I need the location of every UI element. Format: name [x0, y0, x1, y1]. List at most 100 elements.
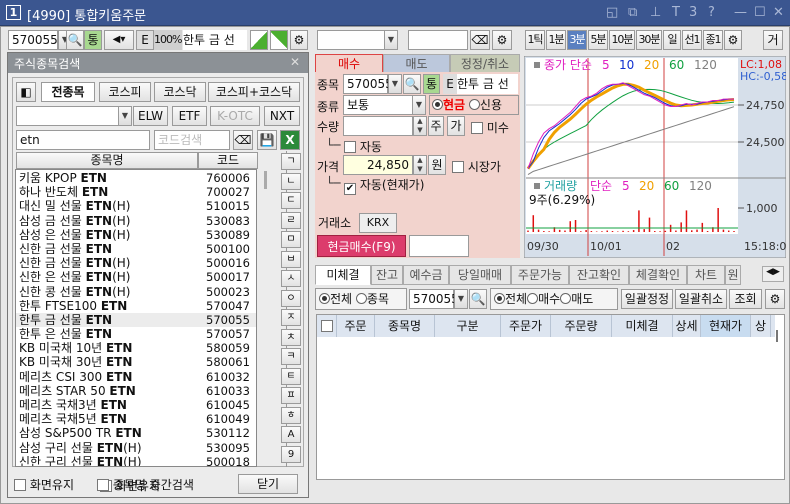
auto-qty-option[interactable]: 자동	[344, 138, 382, 155]
keep-screen-option-row[interactable]: 화면유지	[14, 476, 74, 493]
list-item[interactable]: 메리츠 CSI 300 ETN 610032	[16, 370, 256, 384]
price-stepper[interactable]: ▲ ▼	[413, 155, 427, 175]
list-item[interactable]: 메리츠 국채3년 ETN 610045	[16, 398, 256, 412]
tab-0[interactable]: 미체결	[315, 265, 371, 285]
order-tong-button[interactable]: 통	[423, 74, 440, 94]
cash-buy-submit-button[interactable]: 현금매수(F9)	[317, 235, 406, 257]
maximize-icon[interactable]: ☐	[754, 5, 766, 20]
credit-radio[interactable]	[468, 99, 480, 110]
list-item[interactable]: 삼성 S&P500 TR ETN 530112	[16, 426, 256, 440]
tab-scroll-arrows[interactable]: ◀▶	[762, 266, 784, 282]
code-search-input[interactable]: 코드검색	[154, 130, 230, 150]
panel-toggle-icon[interactable]: ◧	[16, 82, 36, 102]
tab-6[interactable]: 체결확인	[629, 265, 687, 285]
list-item[interactable]: 신한 금 선물 ETN(H) 500016	[16, 256, 256, 270]
list-item[interactable]: 신한 콩 선물 ETN(H) 500023	[16, 285, 256, 299]
bulk-cancel-button[interactable]: 일괄취소	[675, 289, 727, 309]
stock-name-search-input[interactable]: etn	[16, 130, 150, 150]
period-button[interactable]: 1틱	[525, 30, 545, 50]
consonant-filter-button[interactable]: 9	[281, 445, 301, 463]
list-item[interactable]: 한투 금 선물 ETN 570055	[16, 312, 256, 328]
password-input[interactable]	[408, 30, 468, 50]
search-icon[interactable]: 🔍	[66, 30, 84, 50]
cash-radio[interactable]	[432, 99, 443, 110]
list-item[interactable]: 삼성 구리 선물 ETN(H) 530095	[16, 441, 256, 455]
filter-stock-radio[interactable]	[355, 293, 367, 304]
column-header[interactable]: 주문량	[551, 315, 612, 337]
misu-option[interactable]: 미수	[471, 119, 509, 136]
bottom-code-input[interactable]: 570055	[409, 289, 459, 309]
speaker-icon[interactable]: ◀▾	[104, 30, 134, 50]
consonant-filter-button[interactable]: ㅈ	[281, 309, 301, 326]
list-item[interactable]: 메리츠 국채5년 ETN 610049	[16, 412, 256, 426]
column-header[interactable]: 미체결	[612, 315, 673, 337]
chart-settings-gear-icon[interactable]: ⚙	[724, 30, 742, 50]
exchange-krx-button[interactable]: KRX	[359, 213, 397, 233]
order-type-dropdown[interactable]: ▼	[412, 95, 426, 115]
mini-chart[interactable]: 종가 단순 5 10 20 60 120 LC:1,08HC:-0,5824,75024,5…	[524, 56, 786, 258]
bottom-code-dropdown[interactable]: ▼	[454, 289, 468, 309]
tab-2[interactable]: 예수금	[403, 265, 449, 285]
list-scrollbar[interactable]	[264, 171, 267, 189]
bottom-search-icon[interactable]: 🔍	[469, 289, 487, 309]
tong-button[interactable]: 통	[84, 30, 102, 50]
list-item[interactable]: 한투 FTSE100 ETN 570047	[16, 299, 256, 313]
list-item[interactable]: 삼성 금 선물 ETN(H) 530083	[16, 214, 256, 228]
auto-qty-checkbox[interactable]	[344, 141, 356, 153]
list-item[interactable]: 신한 구리 선물 ETN(H) 500018	[16, 455, 256, 466]
layout-left-icon[interactable]	[250, 30, 268, 50]
auto-price-checkbox[interactable]: ✔	[344, 183, 356, 195]
market-price-checkbox[interactable]	[452, 161, 464, 173]
tab-sell[interactable]: 매도	[383, 54, 450, 74]
tab-3[interactable]: 당일매매	[449, 265, 511, 285]
tab-8[interactable]: 원	[725, 265, 741, 285]
list-item[interactable]: 메리츠 STAR 50 ETN 610033	[16, 384, 256, 398]
consonant-filter-button[interactable]: ㄱ	[281, 153, 301, 170]
tab-all-stocks[interactable]: 전종목	[41, 82, 95, 102]
order-code-dropdown[interactable]: ▼	[388, 74, 402, 94]
cascade-icon[interactable]: ⧉	[628, 5, 637, 20]
consonant-filter-button[interactable]: ㄷ	[281, 192, 301, 209]
tab-kospi[interactable]: 코스피	[99, 82, 151, 102]
order-code-input[interactable]: 570055	[343, 74, 393, 94]
period-button[interactable]: 3분	[567, 30, 587, 50]
elw-button[interactable]: ELW	[133, 106, 168, 126]
filter-all-radio[interactable]	[319, 293, 330, 304]
tab-buy[interactable]: 매수	[315, 54, 383, 74]
submit-extra-field[interactable]	[409, 235, 469, 257]
tab-4[interactable]: 주문가능	[511, 265, 569, 285]
consonant-filter-button[interactable]: ㅊ	[281, 328, 301, 346]
consonant-filter-button[interactable]: ㅌ	[281, 367, 301, 385]
tab-modify-cancel[interactable]: 정정/취소	[450, 54, 520, 74]
tab-7[interactable]: 차트	[687, 265, 725, 285]
period-button[interactable]: 1분	[546, 30, 566, 50]
account-dropdown-button[interactable]: ▼	[384, 30, 398, 50]
bottom-settings-gear-icon[interactable]: ⚙	[765, 289, 785, 309]
quantity-input[interactable]	[343, 116, 413, 136]
close-icon[interactable]: ✕	[773, 5, 784, 20]
price-input[interactable]: 24,850	[343, 155, 413, 175]
quantity-stepper[interactable]: ▲ ▼	[413, 116, 427, 136]
order-settings-gear-icon[interactable]: ⚙	[492, 30, 512, 50]
column-header[interactable]: 주문가	[501, 315, 551, 337]
period-button[interactable]: 일	[663, 30, 681, 50]
table-scrollbar[interactable]	[776, 330, 778, 342]
query-button[interactable]: 조회	[729, 289, 762, 309]
misu-checkbox[interactable]	[471, 122, 483, 134]
layout-right-icon[interactable]	[270, 30, 288, 50]
eraser-icon-2[interactable]: ⌫	[470, 30, 490, 50]
list-item[interactable]: 대신 밀 선물 ETN(H) 510015	[16, 199, 256, 213]
consonant-filter-button[interactable]: ㅍ	[281, 387, 301, 404]
nxt-button[interactable]: NXT	[264, 106, 300, 126]
won-button[interactable]: 원	[428, 155, 446, 175]
stock-code-input[interactable]: 570055	[8, 30, 58, 50]
list-item[interactable]: 신한 금 선물 ETN 500100	[16, 242, 256, 256]
list-item[interactable]: 신한 은 선물 ETN(H) 500017	[16, 270, 256, 284]
select-all-checkbox[interactable]	[317, 315, 337, 337]
column-header[interactable]: 구분	[435, 315, 501, 337]
unit-share-button[interactable]: 주	[428, 116, 444, 136]
keep-screen-checkbox-2[interactable]	[14, 479, 26, 491]
eraser-icon[interactable]: ⌫	[233, 130, 253, 150]
consonant-filter-button[interactable]: ㄴ	[281, 172, 301, 190]
middle-search-checkbox[interactable]	[97, 479, 109, 491]
